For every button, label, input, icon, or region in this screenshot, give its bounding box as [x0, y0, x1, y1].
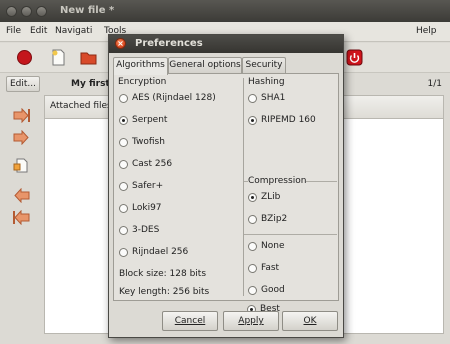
new-file-icon[interactable] — [50, 49, 67, 66]
previous-page-icon[interactable] — [13, 188, 30, 203]
tab-algorithms[interactable]: Algorithms — [113, 57, 168, 75]
radio-button[interactable] — [248, 264, 257, 273]
radio-button[interactable] — [119, 160, 128, 169]
radio-label: RIPEMD 160 — [261, 115, 316, 125]
menu-help[interactable]: Help — [416, 26, 437, 36]
radio-button[interactable] — [119, 182, 128, 191]
tab-security[interactable]: Security — [242, 57, 286, 74]
block-size-label: Block size: 128 bits — [119, 269, 207, 279]
compression-frame-line — [306, 181, 337, 182]
radio-label: Fast — [261, 263, 280, 273]
radio-button[interactable] — [119, 226, 128, 235]
window-title: New file * — [60, 5, 115, 16]
document-title: My first — [71, 79, 110, 89]
radio-label: BZip2 — [261, 214, 288, 224]
close-window-icon[interactable] — [6, 6, 17, 17]
last-page-icon[interactable] — [13, 108, 30, 123]
level-separator — [244, 234, 337, 235]
radio-label: Twofish — [132, 137, 165, 147]
radio-button-selected[interactable] — [119, 116, 128, 125]
preferences-dialog: × Preferences Algorithms General options… — [108, 34, 344, 338]
radio-button[interactable] — [248, 215, 257, 224]
window-controls — [6, 6, 48, 17]
dialog-title: Preferences — [135, 38, 203, 49]
ok-button-label: OK — [303, 316, 317, 326]
cancel-button[interactable]: Cancel — [162, 311, 218, 331]
maximize-window-icon[interactable] — [35, 6, 47, 17]
open-folder-icon[interactable] — [80, 49, 97, 66]
radio-label: Serpent — [132, 115, 168, 125]
radio-button[interactable] — [248, 94, 257, 103]
radio-button[interactable] — [119, 204, 128, 213]
main-titlebar: New file * — [0, 0, 450, 22]
tab-general-options[interactable]: General options — [168, 57, 242, 74]
attach-file-icon[interactable] — [13, 158, 30, 173]
compression-group-label: Compression — [248, 176, 307, 186]
minimize-window-icon[interactable] — [20, 6, 32, 17]
attached-files-label: Attached files — [50, 101, 112, 111]
radio-label: None — [261, 241, 285, 251]
column-divider — [243, 78, 244, 296]
radio-label: Cast 256 — [132, 159, 173, 169]
first-page-icon[interactable] — [13, 210, 30, 225]
dialog-titlebar: × Preferences — [109, 35, 343, 53]
radio-button[interactable] — [119, 94, 128, 103]
menu-file[interactable]: File — [6, 26, 21, 36]
radio-button[interactable] — [248, 286, 257, 295]
radio-label: Rijndael 256 — [132, 247, 189, 257]
radio-button[interactable] — [119, 138, 128, 147]
radio-label: ZLib — [261, 192, 281, 202]
edit-button[interactable]: Edit... — [6, 76, 40, 92]
menu-navigation[interactable]: Navigati — [55, 26, 92, 36]
encryption-group-label: Encryption — [118, 77, 167, 87]
side-toolbar — [4, 96, 38, 336]
cancel-button-label: Cancel — [174, 316, 206, 326]
ok-button[interactable]: OK — [282, 311, 338, 331]
record-icon[interactable] — [16, 49, 33, 66]
radio-label: Good — [261, 285, 285, 295]
page-count: 1/1 — [427, 79, 442, 89]
next-page-icon[interactable] — [13, 130, 30, 145]
radio-button-selected[interactable] — [248, 116, 257, 125]
radio-label: Safer+ — [132, 181, 164, 191]
menu-edit[interactable]: Edit — [30, 26, 47, 36]
key-length-label: Key length: 256 bits — [119, 287, 210, 297]
radio-label: AES (Rijndael 128) — [132, 93, 216, 103]
algorithms-panel: Encryption AES (Rijndael 128) Serpent Tw… — [113, 73, 339, 301]
apply-button[interactable]: Apply — [223, 311, 279, 331]
close-icon[interactable]: × — [115, 38, 126, 49]
radio-button[interactable] — [119, 248, 128, 257]
dialog-button-row: Cancel Apply OK — [109, 307, 343, 337]
radio-button-selected[interactable] — [248, 193, 257, 202]
radio-button[interactable] — [248, 242, 257, 251]
radio-label: 3-DES — [132, 225, 160, 235]
quit-icon[interactable] — [346, 49, 363, 66]
radio-label: Loki97 — [132, 203, 162, 213]
hashing-group-label: Hashing — [248, 77, 285, 87]
radio-label: SHA1 — [261, 93, 286, 103]
apply-button-label: Apply — [238, 316, 264, 326]
